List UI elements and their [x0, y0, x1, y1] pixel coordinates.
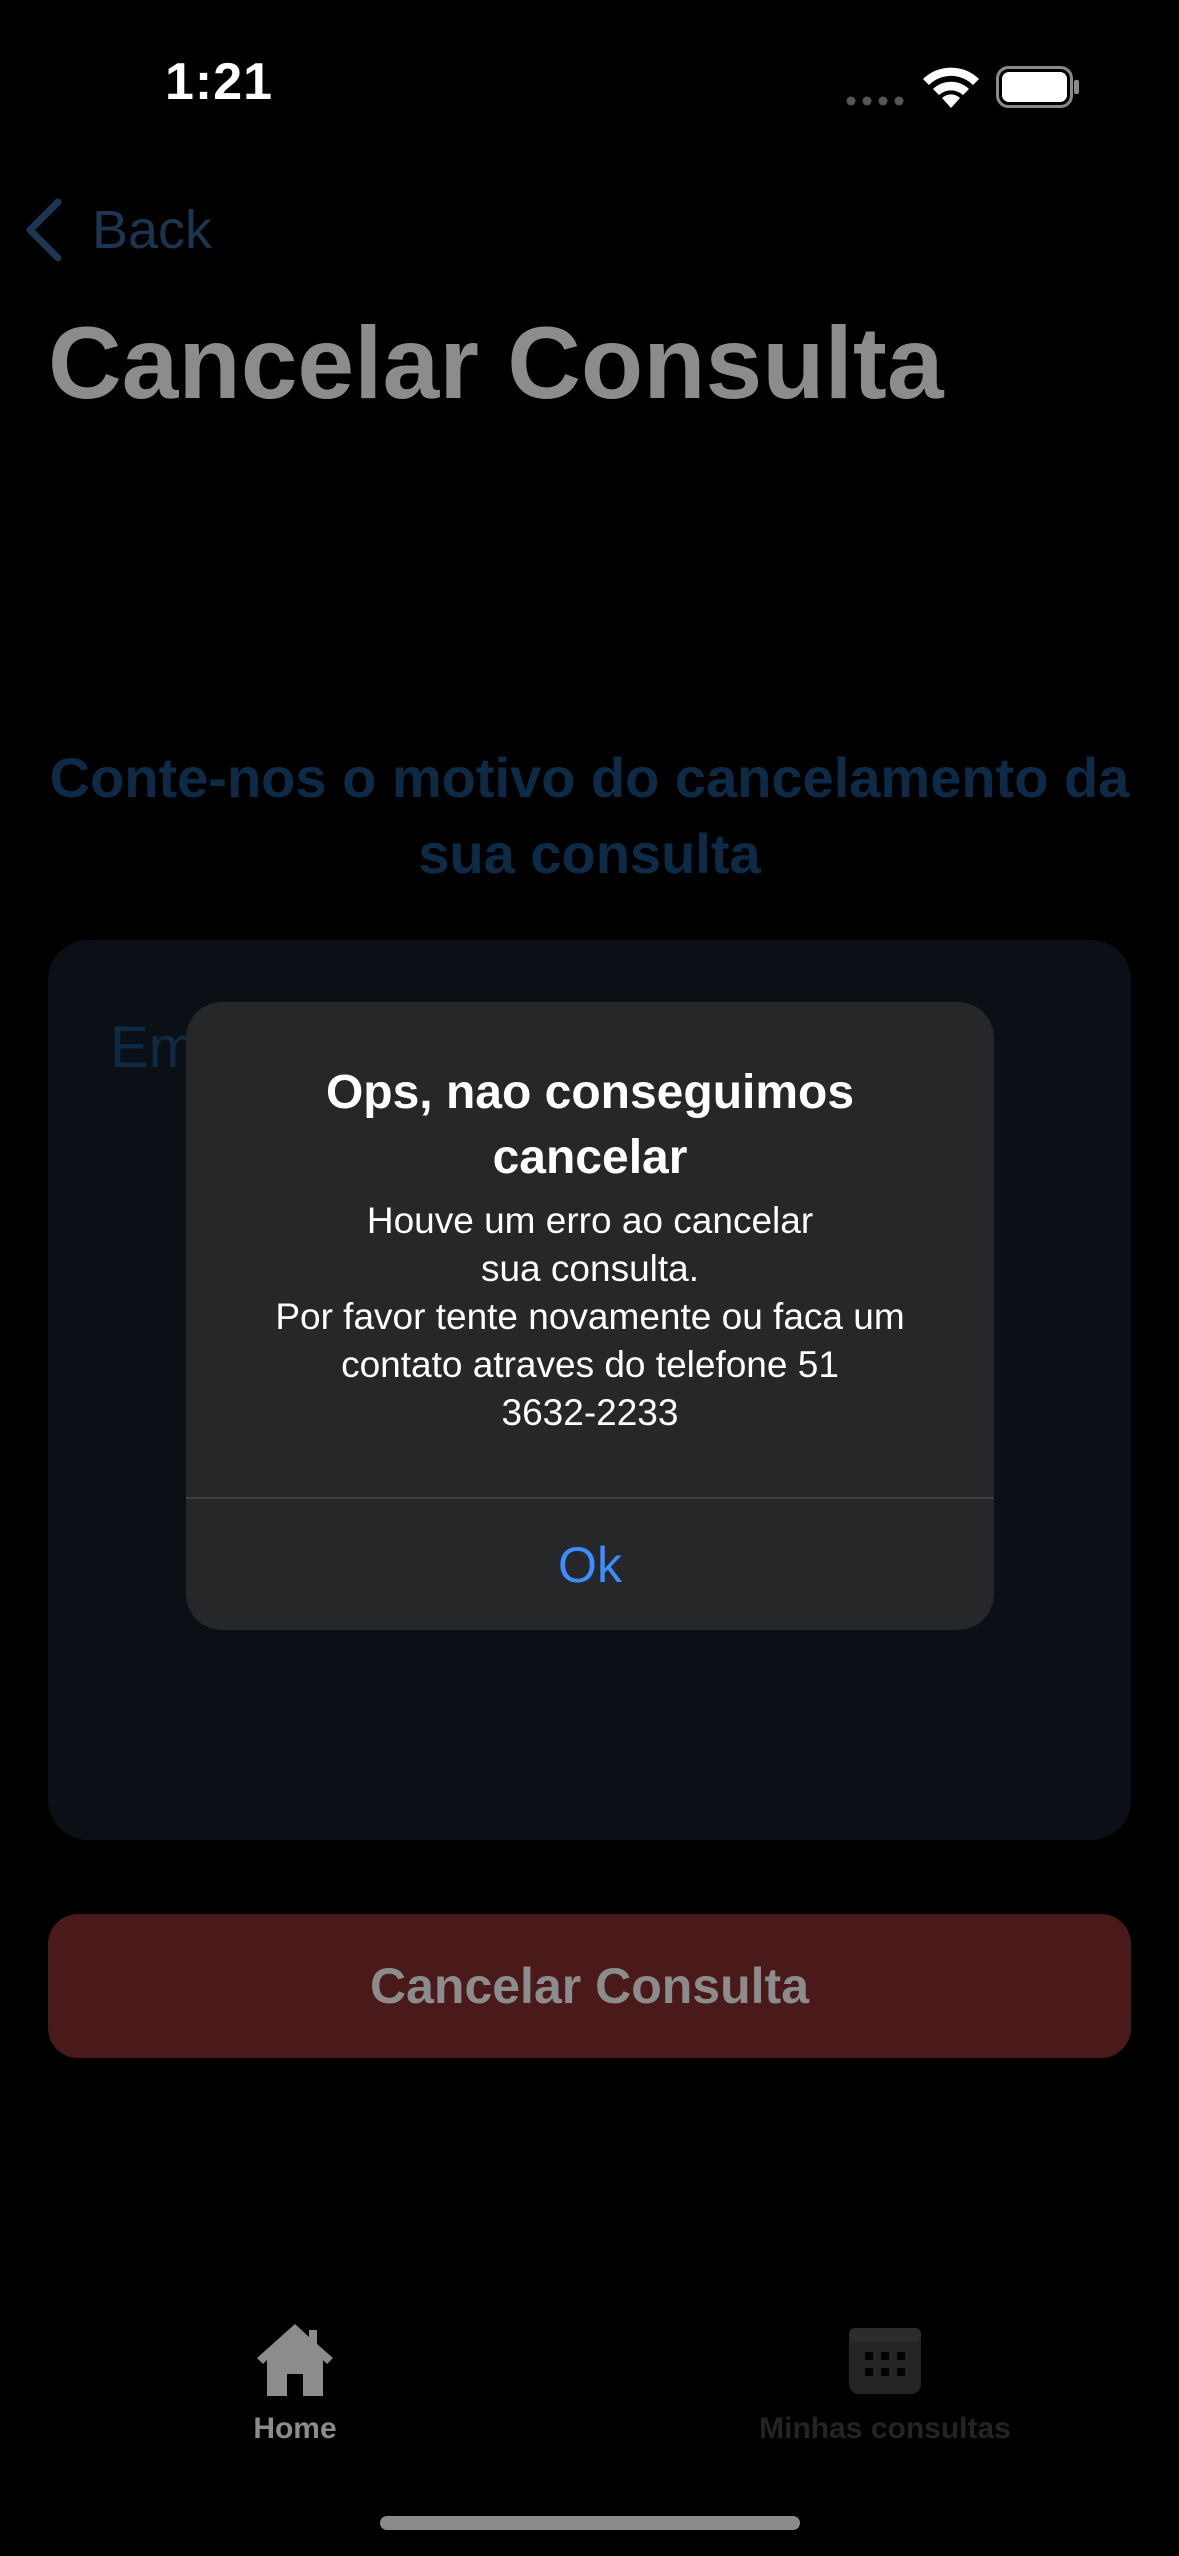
- house-icon: [257, 2324, 333, 2396]
- tab-minhas-consultas-label: Minhas consultas: [759, 2412, 1011, 2445]
- page-title: Cancelar Consulta: [48, 306, 944, 420]
- alert-message-line: Houve um erro ao cancelar: [366, 1200, 814, 1241]
- status-bar: 1:21: [0, 0, 1179, 150]
- chevron-left-icon: [26, 198, 62, 262]
- calendar-icon: [849, 2328, 921, 2394]
- alert-message-line: contato atraves do telefone 51: [341, 1344, 839, 1385]
- cancel-reason-prompt: Conte-nos o motivo do cancelamento da su…: [49, 746, 1130, 885]
- alert-title: Ops, nao conseguimos cancelar: [325, 1066, 855, 1184]
- reason-placeholder: Em: [110, 1015, 197, 1080]
- back-button[interactable]: Back: [22, 190, 212, 270]
- tab-home[interactable]: Home: [195, 2320, 395, 2446]
- alert-message-line: Por favor tente novamente ou faca um: [275, 1296, 905, 1337]
- wifi-icon: [923, 67, 979, 108]
- cellular-signal-icon: [846, 96, 904, 106]
- error-alert-dialog: Ops, nao conseguimos cancelar Houve um e…: [186, 1002, 994, 1630]
- back-label: Back: [92, 200, 213, 260]
- tab-minhas-consultas[interactable]: Minhas consultas: [740, 2320, 1030, 2446]
- alert-ok-button[interactable]: Ok: [186, 1499, 994, 1630]
- alert-message-line: sua consulta.: [480, 1248, 700, 1289]
- home-indicator[interactable]: [380, 2516, 800, 2530]
- battery-icon: [996, 66, 1079, 108]
- alert-message-line: 3632-2233: [501, 1392, 679, 1433]
- status-time: 1:21: [165, 53, 274, 111]
- tab-home-label: Home: [253, 2412, 337, 2445]
- cancel-appointment-button[interactable]: Cancelar Consulta: [48, 1914, 1131, 2058]
- alert-message: Houve um erro ao cancelar sua consulta. …: [226, 1197, 954, 1437]
